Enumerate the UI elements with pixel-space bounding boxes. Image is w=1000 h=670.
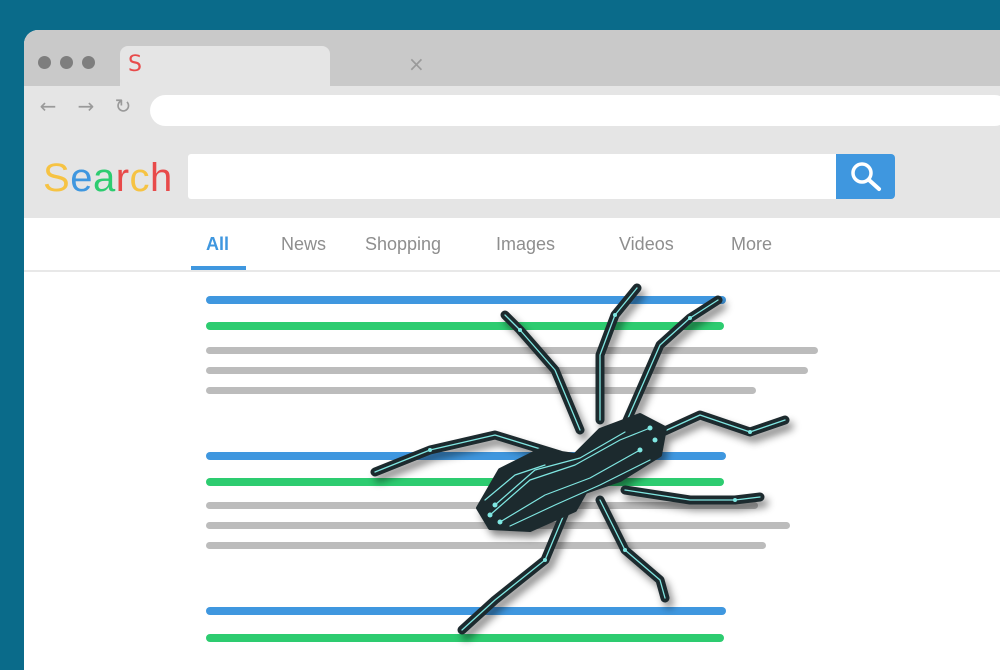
spider-icon	[370, 283, 790, 635]
